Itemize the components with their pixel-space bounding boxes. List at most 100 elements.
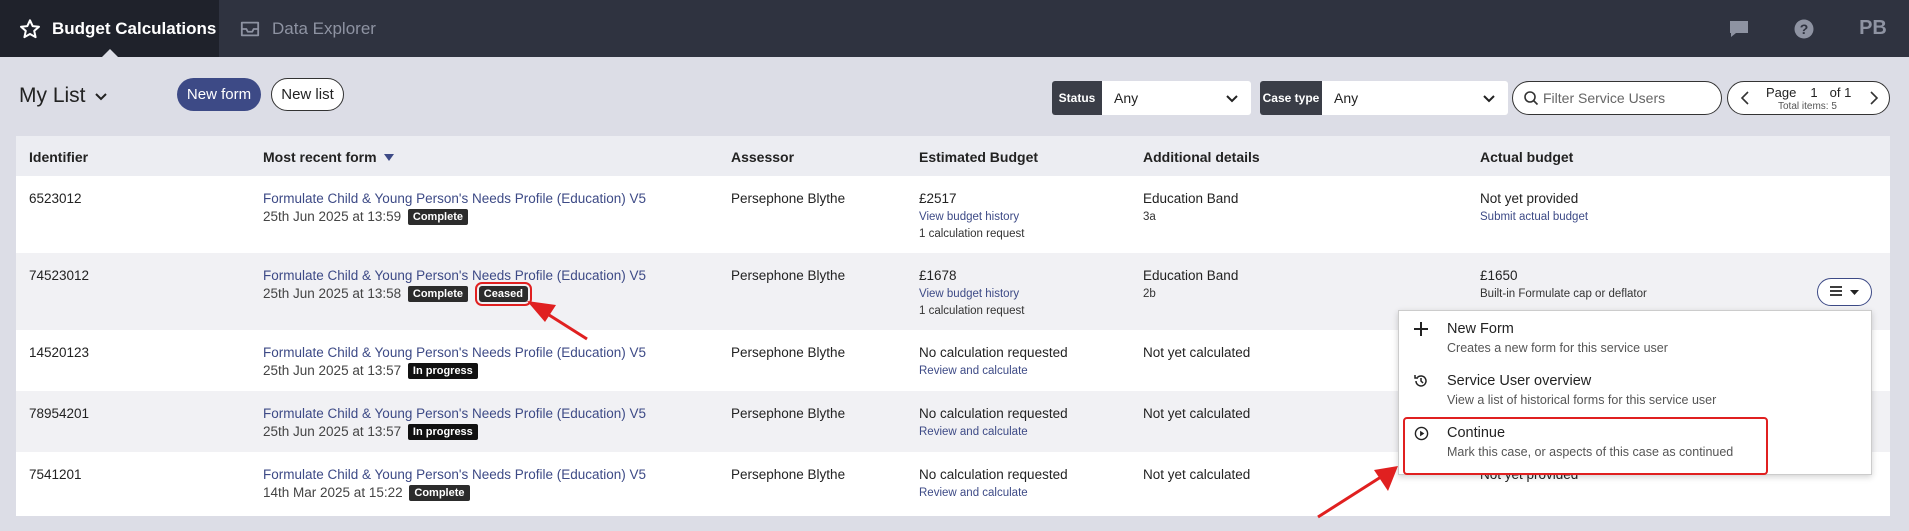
header-additional-details[interactable]: Additional details [1143, 149, 1260, 165]
review-and-calculate-link[interactable]: Review and calculate [919, 426, 1028, 438]
form-date: 25th Jun 2025 at 13:59 [263, 209, 402, 224]
status-badge: Complete [409, 485, 470, 501]
new-form-button[interactable]: New form [177, 78, 261, 111]
user-avatar[interactable]: PB [1848, 0, 1898, 57]
form-date-line: 25th Jun 2025 at 13:58 Complete Ceased [263, 282, 532, 306]
status-filter[interactable]: Status Any [1052, 81, 1251, 115]
chevron-down-icon [1482, 91, 1496, 107]
form-date: 25th Jun 2025 at 13:58 [263, 286, 402, 301]
svg-text:?: ? [1800, 21, 1809, 37]
status-filter-label: Status [1052, 81, 1102, 115]
cell-details: Not yet calculated [1143, 406, 1251, 421]
table-header: Identifier Most recent form Assessor Est… [16, 136, 1890, 176]
search-input[interactable]: Filter Service Users [1512, 81, 1722, 115]
continue-highlight-box [1403, 417, 1768, 475]
chevron-right-icon[interactable] [1869, 90, 1879, 111]
ceased-badge: Ceased [474, 282, 532, 306]
cell-details-sub: 2b [1143, 288, 1156, 300]
menu-item-title: New Form [1447, 321, 1514, 337]
list-selector[interactable]: My List [19, 84, 108, 108]
cell-assessor: Persephone Blythe [731, 191, 846, 206]
cell-budget: No calculation requested [919, 406, 1068, 421]
case-type-filter[interactable]: Case type Any [1260, 81, 1508, 115]
header-estimated-budget[interactable]: Estimated Budget [919, 149, 1038, 165]
cell-identifier: 7541201 [29, 467, 82, 482]
view-budget-history-link[interactable]: View budget history [919, 288, 1019, 300]
form-date-line: 25th Jun 2025 at 13:57 In progress [263, 424, 478, 440]
menu-item-new-form[interactable]: New Form Creates a new form for this ser… [1399, 311, 1873, 363]
status-value-text: Any [1114, 90, 1139, 106]
cell-details: Not yet calculated [1143, 345, 1251, 360]
case-type-filter-value[interactable]: Any [1322, 81, 1508, 115]
menu-item-service-user-overview[interactable]: Service User overview View a list of his… [1399, 363, 1873, 415]
form-date: 25th Jun 2025 at 13:57 [263, 363, 402, 378]
form-link[interactable]: Formulate Child & Young Person's Needs P… [263, 467, 646, 482]
cell-budget: £2517 [919, 191, 957, 206]
cell-identifier: 6523012 [29, 191, 82, 206]
page-of: of 1 [1829, 85, 1852, 100]
chevron-left-icon[interactable] [1740, 90, 1750, 111]
menu-item-desc: Creates a new form for this service user [1447, 341, 1668, 355]
form-date-line: 14th Mar 2025 at 15:22 Complete [263, 485, 470, 501]
status-badge: Complete [407, 209, 469, 225]
chevron-down-icon [94, 84, 108, 108]
status-badge: In progress [407, 363, 478, 379]
chat-icon[interactable] [1722, 0, 1756, 57]
cell-details: Education Band [1143, 191, 1239, 206]
form-link[interactable]: Formulate Child & Young Person's Needs P… [263, 406, 646, 421]
row-actions-button[interactable] [1817, 278, 1872, 306]
total-items: Total items: 5 [1778, 101, 1837, 112]
cell-assessor: Persephone Blythe [731, 345, 846, 360]
header-label: Most recent form [263, 149, 377, 165]
form-date-line: 25th Jun 2025 at 13:59 Complete [263, 209, 469, 225]
header-identifier[interactable]: Identifier [29, 149, 88, 165]
view-budget-history-link[interactable]: View budget history [919, 211, 1019, 223]
header-assessor[interactable]: Assessor [731, 149, 794, 165]
caret-down-icon [1850, 283, 1859, 301]
cell-budget: No calculation requested [919, 345, 1068, 360]
tab-budget-calculations[interactable]: Budget Calculations [0, 0, 219, 57]
help-icon[interactable]: ? [1787, 0, 1821, 57]
pagination: Page 1 of 1 Total items: 5 [1727, 81, 1890, 115]
header-actual-budget[interactable]: Actual budget [1480, 149, 1573, 165]
list-title: My List [19, 84, 86, 107]
chevron-down-icon [1225, 91, 1239, 107]
plus-icon [1413, 321, 1429, 337]
menu-item-desc: View a list of historical forms for this… [1447, 393, 1717, 407]
form-date: 25th Jun 2025 at 13:57 [263, 424, 402, 439]
page-number[interactable]: 1 [1810, 85, 1817, 100]
star-icon [18, 17, 42, 41]
page-label: Page [1766, 85, 1797, 100]
cell-identifier: 74523012 [29, 268, 90, 283]
header-most-recent-form[interactable]: Most recent form [263, 149, 395, 165]
cell-details: Education Band [1143, 268, 1239, 283]
status-badge: In progress [407, 424, 478, 440]
cell-assessor: Persephone Blythe [731, 268, 846, 283]
top-nav: Budget Calculations Data Explorer ? PB [0, 0, 1909, 57]
cell-actual-budget: £1650 [1480, 268, 1518, 283]
page-indicator: Page 1 of 1 [1766, 85, 1851, 100]
cell-budget: No calculation requested [919, 467, 1068, 482]
status-filter-value[interactable]: Any [1102, 81, 1251, 115]
tab-data-explorer[interactable]: Data Explorer [238, 0, 376, 57]
search-icon [1523, 90, 1539, 106]
form-link[interactable]: Formulate Child & Young Person's Needs P… [263, 345, 646, 360]
cell-actual-budget: Not yet provided [1480, 191, 1579, 206]
new-list-button[interactable]: New list [271, 78, 344, 111]
case-type-filter-label: Case type [1260, 81, 1322, 115]
review-and-calculate-link[interactable]: Review and calculate [919, 365, 1028, 377]
menu-item-title: Service User overview [1447, 373, 1592, 389]
review-and-calculate-link[interactable]: Review and calculate [919, 487, 1028, 499]
cell-details-sub: 3a [1143, 211, 1156, 223]
form-link[interactable]: Formulate Child & Young Person's Needs P… [263, 191, 646, 206]
cell-assessor: Persephone Blythe [731, 406, 846, 421]
form-link[interactable]: Formulate Child & Young Person's Needs P… [263, 268, 646, 283]
table-row[interactable]: 6523012 Formulate Child & Young Person's… [16, 176, 1890, 253]
search-placeholder: Filter Service Users [1543, 90, 1666, 106]
submit-actual-budget-link[interactable]: Submit actual budget [1480, 211, 1588, 223]
cell-budget: £1678 [919, 268, 957, 283]
history-icon [1413, 373, 1429, 389]
cell-details: Not yet calculated [1143, 467, 1251, 482]
cell-assessor: Persephone Blythe [731, 467, 846, 482]
tab-label: Data Explorer [272, 18, 376, 38]
